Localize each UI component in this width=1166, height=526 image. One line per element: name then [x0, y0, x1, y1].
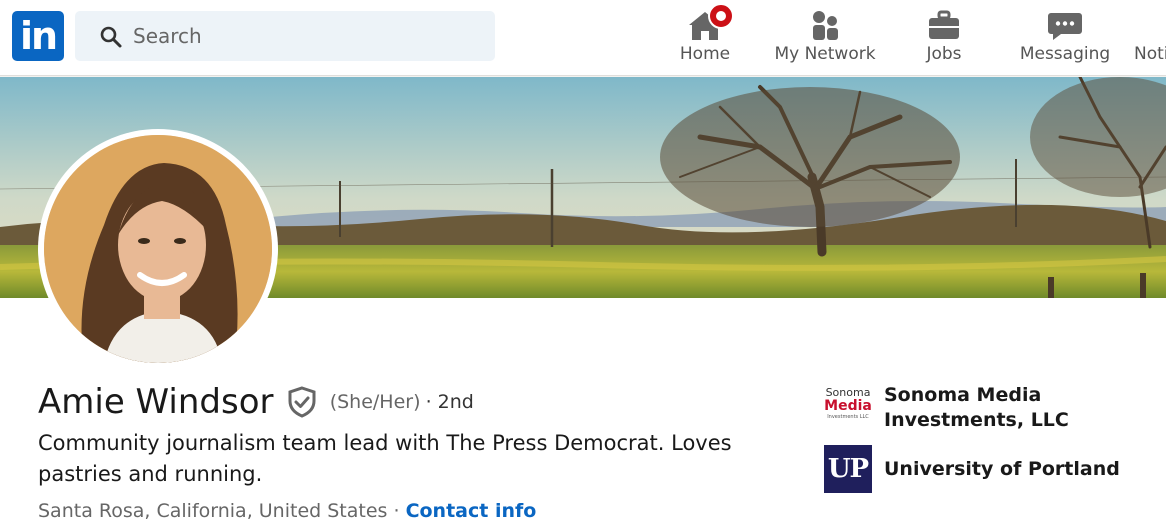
profile-photo[interactable]	[38, 129, 278, 369]
profile-location: Santa Rosa, California, United States	[38, 500, 388, 522]
profile-card: Amie Windsor (She/Her) · 2nd Community j…	[0, 77, 1166, 526]
search-box[interactable]	[75, 11, 495, 61]
nav-messaging[interactable]: Messaging	[1010, 0, 1120, 76]
nav-my-network-label: My Network	[774, 44, 876, 64]
org-name: University of Portland	[884, 458, 1120, 480]
notification-badge	[708, 3, 734, 29]
messaging-icon	[1048, 13, 1082, 40]
briefcase-icon	[929, 10, 959, 39]
search-input[interactable]	[133, 11, 473, 61]
nav-jobs-label: Jobs	[926, 44, 962, 64]
connection-degree: · 2nd	[425, 391, 474, 413]
profile-name-row: Amie Windsor (She/Her) · 2nd	[38, 382, 474, 428]
nav-messaging-label: Messaging	[1019, 44, 1111, 64]
profile-headline: Community journalism team lead with The …	[38, 431, 732, 486]
profile-pronouns: (She/Her)	[329, 391, 421, 413]
profile-location-row: Santa Rosa, California, United States · …	[38, 500, 536, 522]
profile-name: Amie Windsor	[38, 382, 274, 422]
nav-jobs[interactable]: Jobs	[904, 0, 984, 76]
university-of-portland-logo: UP	[824, 445, 872, 493]
org-university-of-portland[interactable]: UP University of Portland	[824, 445, 1164, 495]
verified-shield-icon[interactable]	[287, 386, 317, 418]
location-separator: ·	[387, 500, 406, 522]
contact-info-link[interactable]: Contact info	[406, 500, 537, 522]
linkedin-logo[interactable]: in	[12, 11, 64, 61]
nav-my-network[interactable]: My Network	[766, 0, 884, 76]
org-name: Sonoma Media Investments, LLC	[884, 384, 1069, 431]
nav-home-label: Home	[679, 44, 731, 64]
nav-notifications[interactable]: Noti	[1126, 0, 1166, 76]
sonoma-media-logo: Sonoma Media Investments LLC	[824, 383, 872, 431]
network-icon	[813, 11, 838, 40]
nav-home[interactable]: Home	[664, 0, 746, 76]
org-sonoma-media[interactable]: Sonoma Media Investments LLC Sonoma Medi…	[824, 383, 1164, 437]
nav-notifications-label: Noti	[1134, 44, 1166, 64]
search-icon	[100, 26, 122, 48]
top-navigation-bar: in Home My Network Jobs	[0, 0, 1166, 76]
profile-photo-image	[44, 135, 272, 363]
